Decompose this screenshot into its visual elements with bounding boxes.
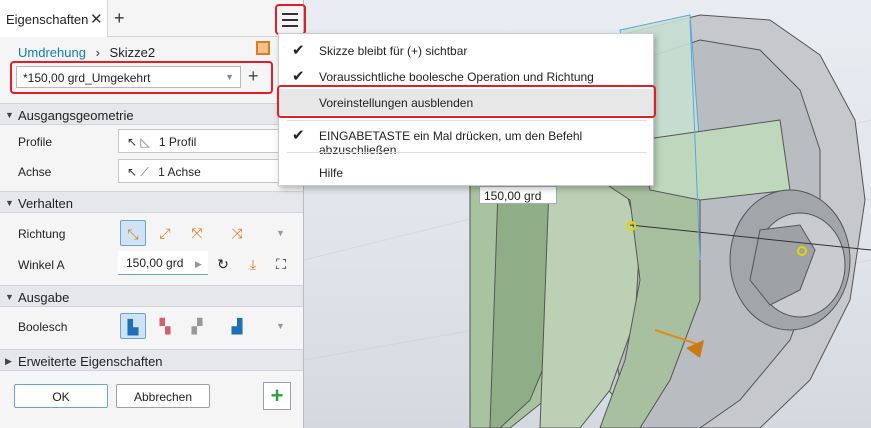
add-tab-icon[interactable]: + [114,8,125,29]
menu-item-enter-once[interactable]: ✔ EINGABETASTE ein Mal drücken, um den B… [279,122,653,157]
breadcrumb: Umdrehung › Skizze2 [18,45,155,60]
section-title: Erweiterte Eigenschaften [18,354,163,369]
checkmark-icon: ✔ [292,42,305,59]
direction-flipped-icon[interactable]: ⤢ [152,220,178,246]
cursor-icon: ↖ [127,165,138,179]
chevron-down-icon[interactable]: ▼ [276,321,285,331]
direction-asymmetric-icon[interactable]: ⤨ [224,220,250,246]
section-ausgabe[interactable]: ▼ Ausgabe [0,285,303,307]
menu-item-label: Hilfe [319,166,344,180]
property-panel: Eigenschaften ✕ + Umdrehung › Skizze2 *1… [0,0,306,428]
profile-label: Profile [18,135,53,149]
direction-default-icon[interactable]: ⤡ [120,220,146,246]
annotation-highlight-menu [275,4,306,35]
menu-separator [287,120,647,121]
axis-value: 1 Achse [158,165,201,179]
chevron-right-icon: › [95,45,100,60]
caret-down-icon: ▼ [5,292,14,302]
rotate-icon[interactable]: ↻ [210,251,236,277]
apply-plus-icon[interactable]: + [263,382,291,410]
section-erweiterte-eigenschaften[interactable]: ▶ Erweiterte Eigenschaften [0,349,303,371]
breadcrumb-feature-link[interactable]: Umdrehung [18,45,86,60]
chevron-down-icon[interactable]: ▼ [276,228,285,238]
panel-tab-bar: Eigenschaften ✕ + [0,0,306,37]
caret-down-icon: ▼ [5,198,14,208]
angle-dimension-label[interactable]: 150,00 grd [479,186,557,204]
menu-item-help[interactable]: Hilfe [279,159,653,185]
cancel-button[interactable]: Abbrechen [116,384,210,408]
ok-button[interactable]: OK [14,384,108,408]
direction-label: Richtung [18,227,66,241]
axis-selector[interactable]: ↖ ⟋ 1 Achse [118,159,304,183]
tab-eigenschaften[interactable]: Eigenschaften ✕ [0,0,108,37]
boolean-join-icon[interactable]: ▙ [120,313,146,339]
close-icon[interactable]: ✕ [90,10,103,28]
boolean-label: Boolesch [18,320,68,334]
menu-item-sketch-visible[interactable]: ✔ Skizze bleibt für (+) sichtbar [279,37,653,63]
section-title: Ausgangsgeometrie [18,108,134,123]
annotation-highlight-hide-presets [277,85,656,118]
chevron-right-icon[interactable]: ▶ [195,259,202,270]
boolean-cut-icon[interactable]: ▚ [152,313,178,339]
checkmark-icon: ✔ [292,68,305,85]
angle-value: 150,00 grd [126,256,184,270]
menu-item-label: Skizze bleibt für (+) sichtbar [319,44,468,58]
axis-icon: ⟋ [140,165,149,179]
profile-selector[interactable]: ↖ ◺ 1 Profil [118,129,304,153]
section-title: Verhalten [18,196,73,211]
section-title: Ausgabe [18,290,70,305]
cursor-icon: ↖ [127,135,138,149]
menu-separator [287,152,647,153]
align-down-icon[interactable]: ⤓ [240,251,266,277]
caret-right-icon: ▶ [5,356,12,366]
new-solid-icon[interactable]: ▟ [224,313,250,339]
annotation-highlight-preset [10,61,273,94]
axis-label: Achse [18,165,52,179]
caret-down-icon: ▼ [5,110,14,120]
profile-value: 1 Profil [158,135,197,149]
tab-title: Eigenschaften [6,12,89,27]
terminate-icon[interactable]: ⛶ [268,251,294,277]
direction-symmetric-icon[interactable]: ⤧ [184,220,210,246]
cube-icon[interactable] [256,41,270,55]
profile-icon: ◺ [140,135,150,149]
boolean-intersect-icon[interactable]: ▞ [184,313,210,339]
section-verhalten[interactable]: ▼ Verhalten [0,191,303,213]
section-ausgangsgeometrie[interactable]: ▼ Ausgangsgeometrie [0,103,303,125]
menu-item-label: Voraussichtliche boolesche Operation und… [319,70,594,84]
angle-label: Winkel A [18,258,65,272]
checkmark-icon: ✔ [292,127,305,144]
breadcrumb-sketch: Skizze2 [109,45,156,60]
